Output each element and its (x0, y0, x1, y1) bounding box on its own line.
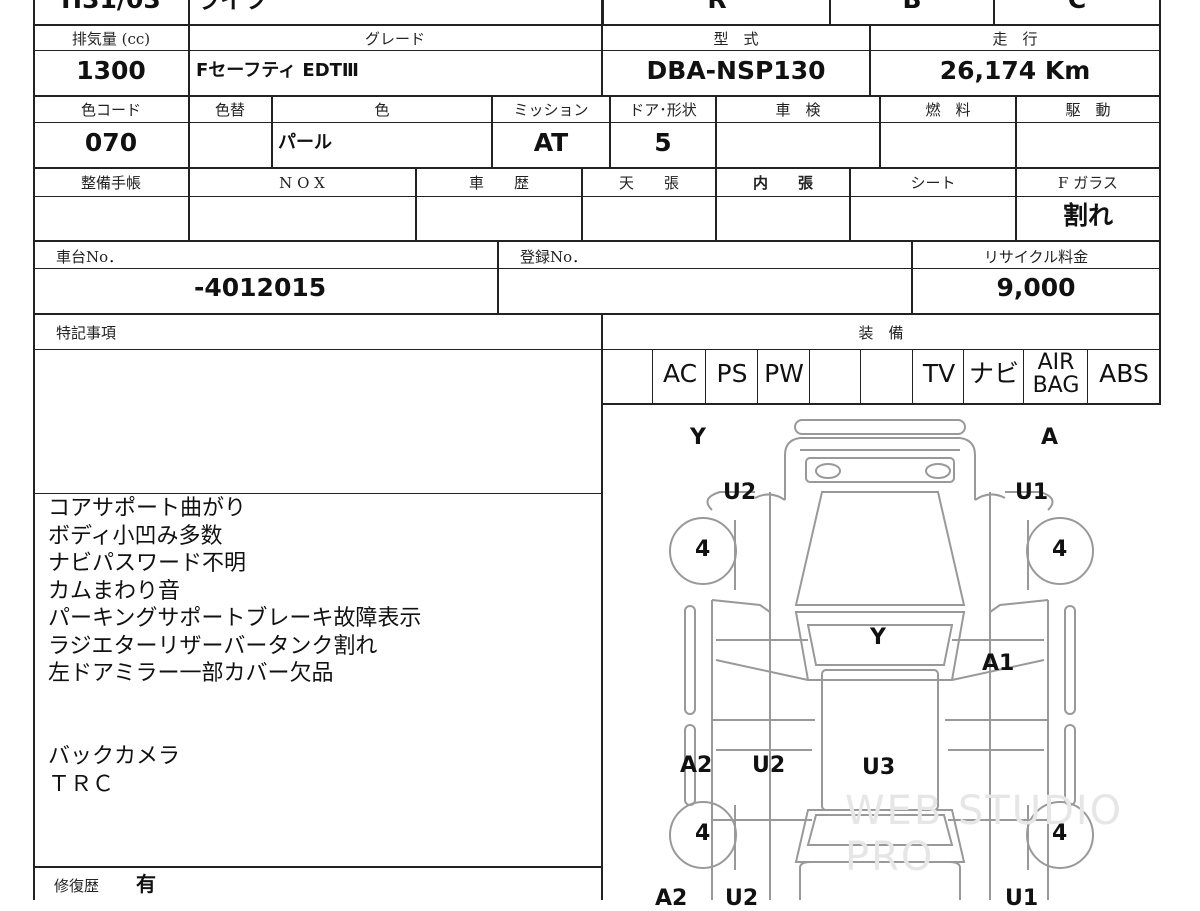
score-b: B (830, 0, 994, 22)
damage-fender-left: U2 (723, 480, 757, 505)
damage-right-door-front: A1 (982, 651, 1015, 676)
damage-front-left: Y (690, 425, 706, 450)
color-code-value: 070 (84, 128, 138, 157)
transmission-label: ミッション (513, 101, 589, 119)
equip-airbag-line1: AIR (1037, 350, 1075, 375)
damage-roof: U3 (862, 755, 896, 780)
model-label: 型 式 (713, 30, 759, 48)
tire-rear-left: 4 (695, 821, 711, 846)
roof-label: 天 張 (618, 174, 679, 192)
service-book-label: 整備手帳 (80, 174, 141, 192)
chassis-no-label: 車台No． (56, 248, 124, 266)
damage-left-door: A2 (680, 753, 713, 778)
damage-front-right: A (1041, 425, 1059, 450)
equip-airbag-line2: BAG (1032, 373, 1080, 398)
doors-label: ドア･形状 (629, 101, 697, 119)
f-glass-label: F ガラス (1058, 174, 1118, 192)
damage-bottom-left-u: U2 (725, 886, 759, 911)
reg-no-label: 登録No． (520, 248, 588, 266)
inspection-label: 車 検 (775, 101, 821, 119)
damage-left-door-u: U2 (752, 753, 786, 778)
damage-bottom-left: A2 (655, 886, 688, 911)
displacement-value: 1300 (76, 56, 146, 85)
grade-value: Fセーフティ EDTⅢ (196, 60, 359, 81)
score-r: R (604, 0, 830, 22)
displacement-label: 排気量 (cc) (71, 30, 151, 48)
color-value: パール (278, 132, 332, 153)
remarks-label: 特記事項 (56, 324, 117, 342)
remarks-notes: コアサポート曲がり ボディ小凹み多数 ナビパスワード不明 カムまわり音 パーキン… (48, 496, 422, 686)
doors-value: 5 (654, 128, 672, 157)
color-code-label: 色コード (80, 101, 141, 119)
fuel-label: 燃 料 (925, 101, 971, 119)
tire-front-left: 4 (695, 537, 711, 562)
mileage-value: 26,174 Km (939, 56, 1091, 85)
equip-navi: ナビ (968, 359, 1019, 388)
remarks-extras: バックカメラ ＴＲＣ (48, 744, 181, 797)
transmission-value: AT (533, 128, 569, 157)
equip-ps: PS (716, 359, 748, 388)
repaint-label: 色替 (214, 101, 245, 119)
history-label: 車 歴 (468, 174, 529, 192)
drive-label: 駆 動 (1065, 101, 1111, 119)
equip-tv: TV (922, 359, 956, 388)
recycle-fee-value: 9,000 (996, 273, 1076, 302)
equip-abs: ABS (1099, 359, 1149, 388)
grade-label: グレード (364, 30, 425, 48)
auction-date: H31/03 (34, 0, 188, 22)
score-c: C (994, 0, 1160, 22)
seat-label: シート (910, 174, 956, 192)
f-glass-value: 割れ (1062, 201, 1113, 230)
equip-ac: AC (662, 359, 698, 388)
chassis-no-value: -4012015 (194, 273, 327, 302)
watermark: WEB STUDIO PRO (845, 788, 1124, 880)
damage-bottom-right: U1 (1005, 886, 1039, 911)
mileage-label: 走 行 (992, 30, 1038, 48)
damage-hood: Y (870, 625, 886, 650)
equip-airbag: AIR BAG (1024, 351, 1088, 399)
interior-label: 内 張 (752, 174, 813, 192)
model-value: DBA-NSP130 (646, 56, 826, 85)
nox-label: N O X (279, 174, 325, 192)
damage-fender-right: U1 (1015, 480, 1049, 505)
equip-pw: PW (764, 359, 804, 388)
equipment-label: 装 備 (858, 324, 904, 342)
car-name: ライツ (196, 0, 268, 14)
repair-history-value: 有 (136, 872, 156, 896)
tire-front-right: 4 (1052, 537, 1068, 562)
color-label: 色 (374, 101, 390, 119)
repair-history-label: 修復歴 (54, 877, 100, 895)
